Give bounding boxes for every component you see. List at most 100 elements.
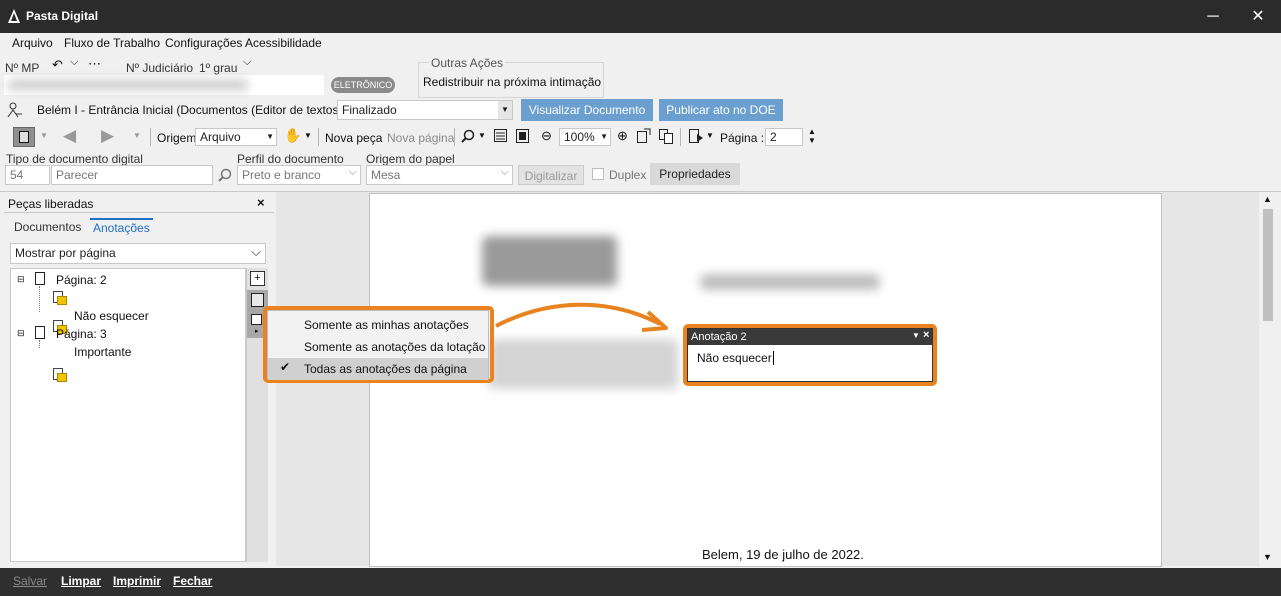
tree-page-3[interactable]: Página: 3 xyxy=(56,327,107,341)
fechar-button[interactable]: Fechar xyxy=(173,574,212,588)
collapse-icon[interactable]: ⊟ xyxy=(17,328,25,339)
fit-page-icon[interactable] xyxy=(516,129,529,143)
visualizar-documento-button[interactable]: Visualizar Documento xyxy=(521,99,653,121)
nova-peca-button[interactable]: Nova peça xyxy=(325,131,382,145)
chevron-down-icon[interactable]: ⌵ xyxy=(70,56,78,69)
fila-select[interactable]: Finalizado ▼ xyxy=(337,100,513,120)
zoom-in-icon[interactable]: ⊕ xyxy=(617,128,628,144)
search-icon[interactable] xyxy=(461,129,475,143)
origem-papel-select[interactable]: Mesa ⌵ xyxy=(366,165,513,185)
scroll-up-icon[interactable]: ▲ xyxy=(1263,194,1272,204)
menu-item-todas[interactable]: Todas as anotações da página xyxy=(268,358,488,380)
perfil-label: Perfil do documento xyxy=(237,152,344,166)
menu-acessibilidade[interactable]: Acessibilidade xyxy=(245,36,322,50)
outras-acoes-title: Outras Ações xyxy=(429,56,506,70)
tree-note-3[interactable]: Importante xyxy=(74,345,131,359)
njud-label: Nº Judiciário xyxy=(126,61,194,75)
sidebar-close-icon[interactable]: × xyxy=(257,195,265,210)
menu-arquivo[interactable]: Arquivo xyxy=(12,36,53,50)
minimize-button[interactable]: ─ xyxy=(1193,0,1233,33)
note-filter-icon[interactable] xyxy=(251,293,264,307)
next-dropdown-icon[interactable]: ▼ xyxy=(133,131,141,140)
fila-value: Finalizado xyxy=(342,103,397,117)
page-arrow-dropdown-icon[interactable]: ▼ xyxy=(706,131,714,140)
divider xyxy=(4,212,274,213)
menu-fluxo-de-trabalho[interactable]: Fluxo de Trabalho xyxy=(64,36,160,50)
filter-dropdown-icon[interactable]: ⌵ xyxy=(251,244,261,260)
nav-dropdown-icon[interactable]: ▼ xyxy=(40,131,48,140)
menu-configuracoes[interactable]: Configurações xyxy=(165,36,242,50)
tree-connector xyxy=(39,286,40,312)
annotation-dropdown-icon[interactable]: ▼ xyxy=(912,331,920,340)
vertical-scrollbar[interactable]: ▲ ▼ xyxy=(1260,192,1275,566)
origem-papel-dropdown-icon[interactable]: ⌵ xyxy=(501,166,509,179)
hand-dropdown-icon[interactable]: ▼ xyxy=(304,131,312,140)
fila-text: Belém I - Entrância Inicial (Documentos … xyxy=(37,103,377,117)
fit-width-icon[interactable] xyxy=(494,129,507,143)
tree-note-2[interactable]: Não esquecer xyxy=(74,309,149,323)
collapse-icon[interactable]: ⊟ xyxy=(17,274,25,285)
limpar-button[interactable]: Limpar xyxy=(61,574,101,588)
salvar-button[interactable]: Salvar xyxy=(13,574,47,588)
add-note-icon[interactable]: + xyxy=(250,271,265,286)
origem-dropdown-icon[interactable]: ▼ xyxy=(266,129,274,145)
zoom-out-icon[interactable]: ⊖ xyxy=(541,128,552,144)
origem-select[interactable]: Arquivo ▼ xyxy=(195,128,277,146)
annotation-text[interactable]: Não esquecer xyxy=(697,351,774,365)
previous-icon[interactable]: ◀ xyxy=(63,126,76,146)
digitalizar-button[interactable]: Digitalizar xyxy=(518,165,584,185)
scroll-down-icon[interactable]: ▼ xyxy=(1263,552,1272,562)
perfil-select[interactable]: Preto e branco ⌵ xyxy=(237,165,361,185)
more-icon[interactable]: ⋯ xyxy=(88,56,101,72)
tipo-value-field[interactable]: Parecer xyxy=(51,165,213,185)
pagina-spinner-icon[interactable]: ▲ ▼ xyxy=(808,127,816,145)
nova-pagina-button[interactable]: Nova página xyxy=(387,131,454,145)
blurred-header xyxy=(700,274,880,290)
process-number-field[interactable] xyxy=(4,75,324,95)
page-icon xyxy=(35,326,45,339)
next-icon[interactable]: ▶ xyxy=(101,126,114,146)
scroll-thumb[interactable] xyxy=(1263,209,1273,321)
close-window-button[interactable]: ✕ xyxy=(1238,0,1278,33)
redistribuir-link[interactable]: Redistribuir na próxima intimação xyxy=(423,75,601,89)
zoom-select[interactable]: 100% ▼ xyxy=(559,128,611,146)
grau-dropdown-icon[interactable]: ⌵ xyxy=(243,56,251,69)
annotation-title: Anotação 2 xyxy=(691,331,747,343)
outras-acoes-group: Outras Ações Redistribuir na próxima int… xyxy=(418,56,604,98)
hand-tool-icon[interactable]: ✋ xyxy=(284,127,301,144)
imprimir-button[interactable]: Imprimir xyxy=(113,574,161,588)
filter-menu-arrow-icon[interactable]: ▸ xyxy=(255,327,259,335)
menu-item-lotacao[interactable]: Somente as anotações da lotação xyxy=(268,336,488,358)
checkmark-icon: ✔ xyxy=(280,360,291,374)
note-icon xyxy=(53,368,67,382)
pagina-input[interactable]: 2 xyxy=(765,128,803,146)
publicar-doe-button[interactable]: Publicar ato no DOE xyxy=(659,99,783,121)
menu-item-minhas[interactable]: Somente as minhas anotações xyxy=(268,314,488,336)
grau-label: 1º grau xyxy=(199,61,238,75)
propriedades-button[interactable]: Propriedades xyxy=(650,163,740,185)
sidebar-title: Peças liberadas xyxy=(8,197,94,211)
copy-page-icon[interactable] xyxy=(658,128,674,144)
filter-select[interactable]: Mostrar por página ⌵ xyxy=(10,243,266,264)
fila-dropdown-icon[interactable]: ▼ xyxy=(498,101,512,119)
zoom-dropdown-icon[interactable]: ▼ xyxy=(600,129,608,145)
tree-page-2[interactable]: Página: 2 xyxy=(56,273,107,287)
tab-documentos[interactable]: Documentos xyxy=(14,220,81,234)
eletronico-badge: ELETRÔNICO xyxy=(331,77,395,93)
tab-anotacoes[interactable]: Anotações xyxy=(90,218,153,235)
perfil-dropdown-icon[interactable]: ⌵ xyxy=(349,166,357,179)
annotation-close-icon[interactable]: × xyxy=(923,329,929,341)
page-arrow-icon[interactable] xyxy=(688,128,704,144)
select-mode-button[interactable] xyxy=(13,127,35,147)
tipo-code-field[interactable]: 54 xyxy=(5,165,50,185)
filter-menu-icon[interactable] xyxy=(251,314,262,325)
search-dropdown-icon[interactable]: ▼ xyxy=(478,131,486,140)
origem-papel-value: Mesa xyxy=(371,168,401,182)
document-date-line: Belem, 19 de julho de 2022. xyxy=(702,547,864,562)
undo-icon[interactable]: ↶ xyxy=(52,57,63,73)
duplex-label: Duplex xyxy=(609,168,647,182)
duplex-checkbox[interactable] xyxy=(592,168,604,180)
rotate-page-icon[interactable] xyxy=(636,128,652,144)
search-tipo-icon[interactable] xyxy=(218,168,232,182)
tipo-documento-label: Tipo de documento digital xyxy=(6,152,143,166)
